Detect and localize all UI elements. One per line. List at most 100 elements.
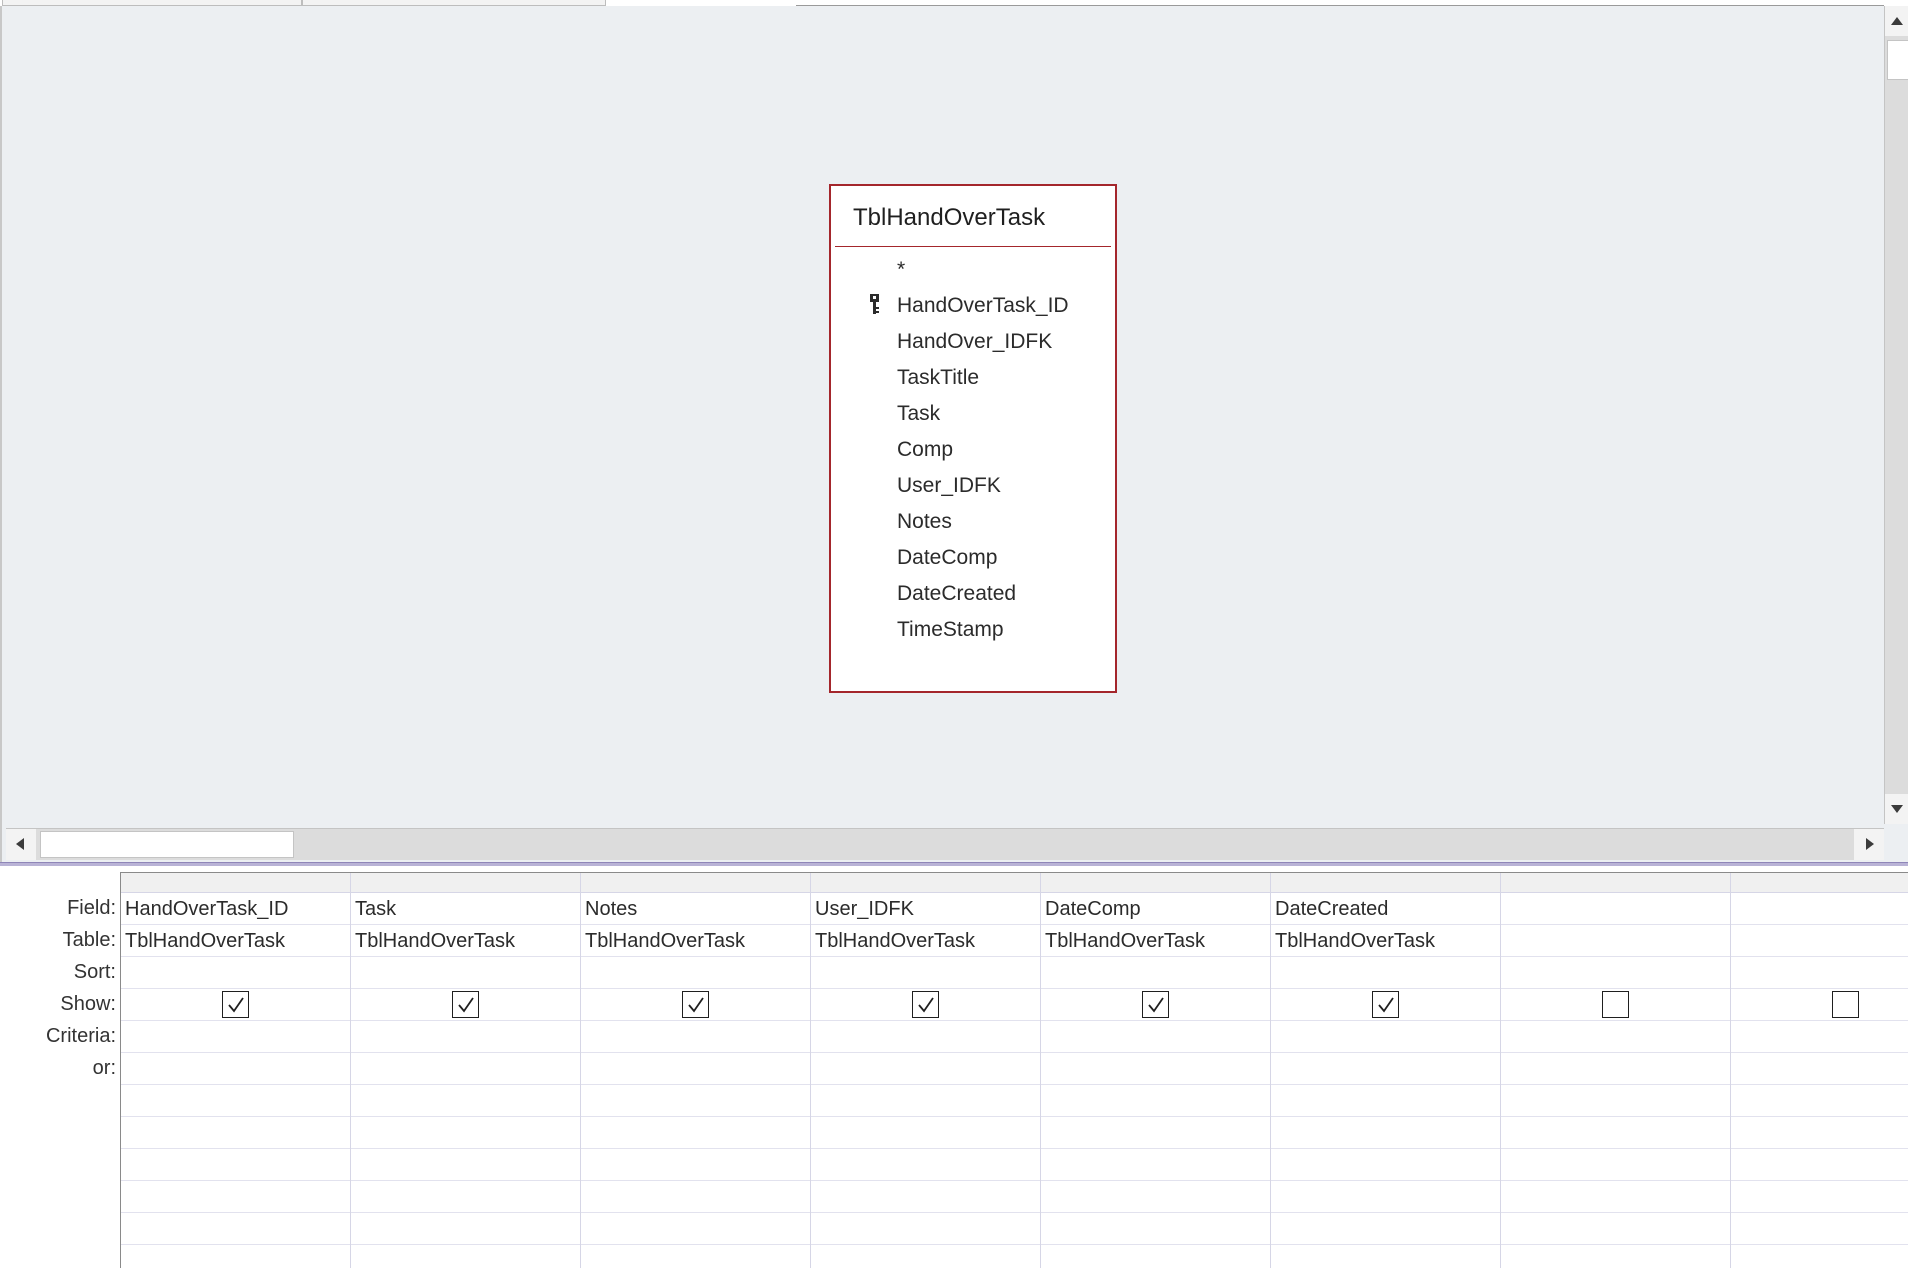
extra-criteria-cell[interactable]: [581, 1149, 810, 1181]
extra-criteria-cell[interactable]: [1271, 1181, 1500, 1213]
extra-criteria-cell[interactable]: [811, 1245, 1040, 1268]
criteria-cell[interactable]: [1041, 1021, 1270, 1053]
vertical-scroll-thumb[interactable]: [1887, 40, 1908, 80]
show-checkbox[interactable]: [682, 991, 709, 1018]
column-selector[interactable]: [1041, 873, 1271, 892]
extra-criteria-cell[interactable]: [1041, 1085, 1270, 1117]
extra-criteria-cell[interactable]: [811, 1085, 1040, 1117]
extra-criteria-cell[interactable]: [811, 1213, 1040, 1245]
field-list-item[interactable]: TaskTitle: [831, 360, 1115, 396]
table-cell[interactable]: TblHandOverTask: [1271, 925, 1500, 957]
or-cell[interactable]: [1041, 1053, 1270, 1085]
extra-criteria-cell[interactable]: [1501, 1245, 1730, 1268]
column-selector[interactable]: [1501, 873, 1731, 892]
extra-criteria-cell[interactable]: [1271, 1245, 1500, 1268]
extra-criteria-cell[interactable]: [1501, 1117, 1730, 1149]
extra-criteria-cell[interactable]: [811, 1149, 1040, 1181]
scroll-up-button[interactable]: [1885, 6, 1908, 36]
extra-criteria-cell[interactable]: [1501, 1181, 1730, 1213]
extra-criteria-cell[interactable]: [1501, 1149, 1730, 1181]
or-cell[interactable]: [811, 1053, 1040, 1085]
show-checkbox[interactable]: [1832, 991, 1859, 1018]
column-selector[interactable]: [1731, 873, 1908, 892]
extra-criteria-cell[interactable]: [351, 1181, 580, 1213]
field-cell[interactable]: DateComp: [1041, 893, 1270, 925]
field-cell[interactable]: HandOverTask_ID: [121, 893, 350, 925]
field-cell[interactable]: [1501, 893, 1730, 925]
query-design-pane[interactable]: TblHandOverTask * HandOverTask_ID HandOver…: [0, 6, 1908, 862]
extra-criteria-cell[interactable]: [121, 1213, 350, 1245]
field-list-item[interactable]: HandOverTask_ID: [831, 288, 1115, 324]
show-cell[interactable]: [1041, 989, 1270, 1021]
table-cell[interactable]: TblHandOverTask: [581, 925, 810, 957]
show-cell[interactable]: [581, 989, 810, 1021]
criteria-cell[interactable]: [1271, 1021, 1500, 1053]
table-cell[interactable]: TblHandOverTask: [811, 925, 1040, 957]
show-cell[interactable]: [1731, 989, 1908, 1021]
extra-criteria-cell[interactable]: [121, 1117, 350, 1149]
scroll-left-button[interactable]: [6, 829, 36, 860]
extra-criteria-cell[interactable]: [121, 1085, 350, 1117]
vertical-scrollbar[interactable]: [1884, 6, 1908, 824]
field-list-item[interactable]: HandOver_IDFK: [831, 324, 1115, 360]
field-list-window[interactable]: TblHandOverTask * HandOverTask_ID HandOver…: [829, 184, 1117, 693]
show-checkbox[interactable]: [1602, 991, 1629, 1018]
field-list-item[interactable]: Comp: [831, 432, 1115, 468]
show-checkbox[interactable]: [452, 991, 479, 1018]
sort-cell[interactable]: [1501, 957, 1730, 989]
extra-criteria-cell[interactable]: [1271, 1085, 1500, 1117]
column-selector[interactable]: [351, 873, 581, 892]
sort-cell[interactable]: [1731, 957, 1908, 989]
or-cell[interactable]: [1271, 1053, 1500, 1085]
extra-criteria-cell[interactable]: [1731, 1117, 1908, 1149]
field-list-item[interactable]: Task: [831, 396, 1115, 432]
table-cell[interactable]: [1731, 925, 1908, 957]
scroll-right-button[interactable]: [1854, 829, 1884, 860]
sort-cell[interactable]: [811, 957, 1040, 989]
extra-criteria-cell[interactable]: [351, 1213, 580, 1245]
scroll-down-button[interactable]: [1885, 794, 1908, 824]
criteria-cell[interactable]: [121, 1021, 350, 1053]
extra-criteria-cell[interactable]: [581, 1117, 810, 1149]
extra-criteria-cell[interactable]: [811, 1181, 1040, 1213]
show-cell[interactable]: [121, 989, 350, 1021]
show-cell[interactable]: [811, 989, 1040, 1021]
or-cell[interactable]: [121, 1053, 350, 1085]
extra-criteria-cell[interactable]: [1501, 1085, 1730, 1117]
extra-criteria-cell[interactable]: [1271, 1149, 1500, 1181]
or-cell[interactable]: [581, 1053, 810, 1085]
extra-criteria-cell[interactable]: [811, 1117, 1040, 1149]
extra-criteria-cell[interactable]: [581, 1213, 810, 1245]
show-checkbox[interactable]: [1372, 991, 1399, 1018]
extra-criteria-cell[interactable]: [351, 1085, 580, 1117]
column-selector[interactable]: [811, 873, 1041, 892]
field-cell[interactable]: [1731, 893, 1908, 925]
extra-criteria-cell[interactable]: [1731, 1245, 1908, 1268]
show-cell[interactable]: [351, 989, 580, 1021]
extra-criteria-cell[interactable]: [1271, 1213, 1500, 1245]
field-cell[interactable]: User_IDFK: [811, 893, 1040, 925]
field-list-item[interactable]: *: [831, 252, 1115, 288]
show-cell[interactable]: [1501, 989, 1730, 1021]
table-cell[interactable]: [1501, 925, 1730, 957]
extra-criteria-cell[interactable]: [121, 1149, 350, 1181]
extra-criteria-cell[interactable]: [581, 1245, 810, 1268]
extra-criteria-cell[interactable]: [581, 1085, 810, 1117]
sort-cell[interactable]: [121, 957, 350, 989]
extra-criteria-cell[interactable]: [1731, 1149, 1908, 1181]
extra-criteria-cell[interactable]: [1041, 1213, 1270, 1245]
extra-criteria-cell[interactable]: [1041, 1117, 1270, 1149]
sort-cell[interactable]: [1041, 957, 1270, 989]
criteria-cell[interactable]: [1731, 1021, 1908, 1053]
extra-criteria-cell[interactable]: [1731, 1181, 1908, 1213]
field-list-title[interactable]: TblHandOverTask: [853, 204, 1045, 232]
field-list-item[interactable]: DateComp: [831, 540, 1115, 576]
or-cell[interactable]: [351, 1053, 580, 1085]
extra-criteria-cell[interactable]: [1041, 1245, 1270, 1268]
table-cell[interactable]: TblHandOverTask: [1041, 925, 1270, 957]
criteria-cell[interactable]: [581, 1021, 810, 1053]
horizontal-scrollbar[interactable]: [6, 828, 1884, 860]
field-cell[interactable]: DateCreated: [1271, 893, 1500, 925]
table-cell[interactable]: TblHandOverTask: [121, 925, 350, 957]
field-cell[interactable]: Notes: [581, 893, 810, 925]
